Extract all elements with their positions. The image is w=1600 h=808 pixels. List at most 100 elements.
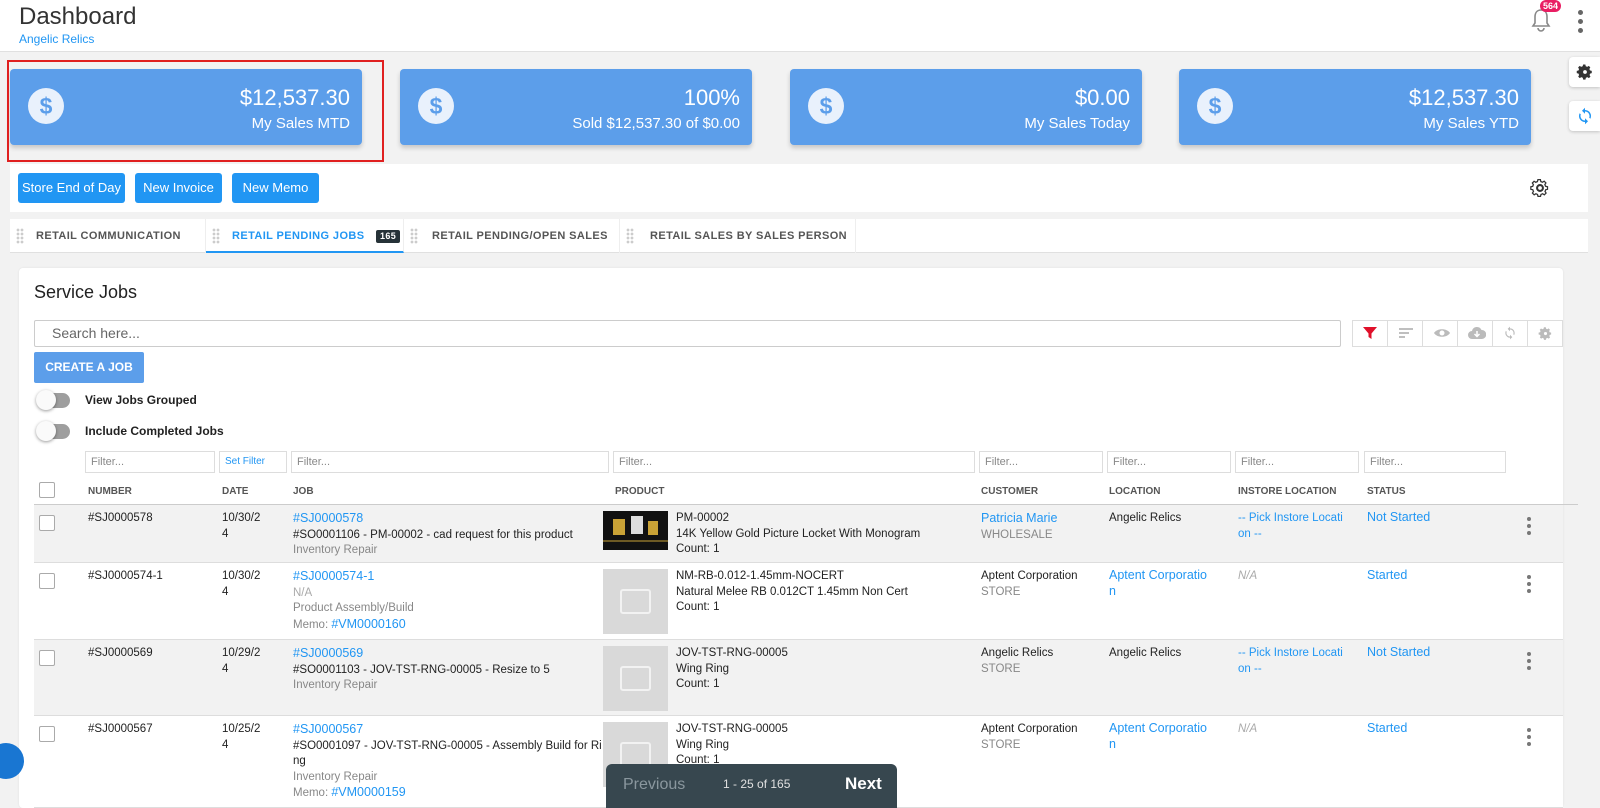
memo-link[interactable]: #VM0000159 (331, 785, 405, 799)
card-value: $12,537.30 (1408, 85, 1519, 110)
store-name-link[interactable]: Angelic Relics (19, 32, 94, 46)
store-end-of-day-button[interactable]: Store End of Day (18, 173, 125, 203)
row-actions-icon[interactable] (1527, 517, 1532, 538)
product-filter-input[interactable]: Filter... (613, 451, 975, 473)
tab-retail-pending-open-sales[interactable]: RETAIL PENDING/OPEN SALES (404, 219, 620, 253)
sort-icon[interactable] (1388, 321, 1423, 346)
instore-location-filter-input[interactable]: Filter... (1235, 451, 1359, 473)
cloud-download-icon[interactable] (1458, 321, 1493, 346)
job-link[interactable]: #SJ0000578 (293, 511, 363, 525)
card-value: 100% (683, 85, 740, 110)
job-link[interactable]: #SJ0000567 (293, 722, 363, 736)
job-cell: #SJ0000567 #SO0001097 - JOV-TST-RNG-0000… (293, 722, 602, 799)
table-row[interactable]: #SJ0000574-1 10/30/2 4 #SJ0000574-1 N/A P… (34, 563, 1563, 640)
refresh-side-button[interactable] (1569, 101, 1600, 131)
column-header-instore-location[interactable]: INSTORE LOCATION (1238, 486, 1337, 497)
sales-today-card[interactable]: $ $0.00 My Sales Today (790, 69, 1142, 145)
customer-cell: Angelic Relics STORE (981, 647, 1054, 675)
column-header-location[interactable]: LOCATION (1109, 486, 1160, 497)
toolbar-settings-icon[interactable] (1530, 178, 1550, 203)
row-actions-icon[interactable] (1527, 728, 1532, 749)
tab-retail-pending-jobs[interactable]: RETAIL PENDING JOBS 165 (206, 219, 404, 253)
status-badge[interactable]: Started (1367, 721, 1407, 737)
column-header-customer[interactable]: CUSTOMER (981, 486, 1038, 497)
job-link[interactable]: #SJ0000574-1 (293, 569, 374, 583)
status-filter-input[interactable]: Filter... (1364, 451, 1506, 473)
highlight-box (7, 60, 384, 162)
dollar-icon: $ (418, 88, 454, 124)
tab-retail-sales-by-sales-person[interactable]: RETAIL SALES BY SALES PERSON (620, 219, 856, 253)
job-filter-input[interactable]: Filter... (291, 451, 609, 473)
column-header-number[interactable]: NUMBER (88, 486, 132, 497)
previous-page-button[interactable]: Previous (623, 776, 685, 794)
tab-count-badge: 165 (376, 230, 401, 243)
sold-percentage-card[interactable]: $ 100% Sold $12,537.30 of $0.00 (400, 69, 752, 145)
product-info: JOV-TST-RNG-00005 Wing Ring Count: 1 (676, 723, 788, 766)
location-link[interactable]: Aptent Corporatio n (1109, 721, 1207, 752)
column-header-date[interactable]: DATE (222, 486, 248, 497)
page-range-info: 1 - 25 of 165 (723, 777, 791, 791)
product-info: JOV-TST-RNG-00005 Wing Ring Count: 1 (676, 647, 788, 690)
view-jobs-grouped-toggle[interactable] (36, 390, 70, 410)
product-placeholder-image[interactable] (603, 569, 668, 634)
row-checkbox[interactable] (39, 726, 55, 742)
drag-handle-icon[interactable] (212, 228, 220, 244)
card-label: My Sales Today (1024, 115, 1130, 132)
row-actions-icon[interactable] (1527, 575, 1532, 596)
location-filter-input[interactable]: Filter... (1107, 451, 1231, 473)
drag-handle-icon[interactable] (16, 228, 24, 244)
table-row[interactable]: #SJ0000578 10/30/2 4 #SJ0000578 #SO000110… (34, 505, 1563, 563)
card-label: My Sales YTD (1423, 115, 1519, 132)
row-checkbox[interactable] (39, 515, 55, 531)
instore-location: N/A (1238, 723, 1258, 735)
column-header-status[interactable]: STATUS (1367, 486, 1406, 497)
refresh-icon[interactable] (1493, 321, 1528, 346)
customer-link[interactable]: Patricia Marie (981, 511, 1057, 525)
customer-cell: Aptent Corporation STORE (981, 570, 1078, 598)
next-page-button[interactable]: Next (845, 774, 882, 794)
row-actions-icon[interactable] (1527, 652, 1532, 673)
job-date: 10/30/2 4 (222, 570, 261, 598)
product-info: NM-RB-0.012-1.45mm-NOCERT Natural Melee … (676, 570, 908, 613)
status-badge[interactable]: Not Started (1367, 510, 1430, 526)
column-header-job[interactable]: JOB (293, 486, 314, 497)
status-badge[interactable]: Not Started (1367, 645, 1430, 661)
location-link[interactable]: Aptent Corporatio n (1109, 568, 1207, 599)
product-placeholder-image[interactable] (603, 646, 668, 711)
drag-handle-icon[interactable] (410, 228, 418, 244)
job-number: #SJ0000569 (88, 647, 153, 659)
memo-link[interactable]: #VM0000160 (331, 617, 405, 631)
pick-instore-location-link[interactable]: -- Pick Instore Locati on -- (1238, 646, 1343, 677)
filter-icon[interactable] (1353, 321, 1388, 346)
pick-instore-location-link[interactable]: -- Pick Instore Locati on -- (1238, 511, 1343, 542)
search-input[interactable]: Search here... (34, 320, 1341, 347)
job-cell: #SJ0000569 #SO0001103 - JOV-TST-RNG-0000… (293, 646, 550, 691)
product-thumbnail[interactable] (603, 511, 668, 550)
job-date: 10/30/2 4 (222, 512, 261, 540)
more-options-icon[interactable] (1578, 10, 1584, 36)
tab-retail-communication[interactable]: RETAIL COMMUNICATION (10, 219, 206, 253)
row-checkbox[interactable] (39, 573, 55, 589)
new-invoice-button[interactable]: New Invoice (135, 173, 222, 203)
new-memo-button[interactable]: New Memo (232, 173, 319, 203)
eye-icon[interactable] (1423, 321, 1458, 346)
settings-gear-side-button[interactable] (1569, 57, 1600, 87)
column-header-product[interactable]: PRODUCT (615, 486, 664, 497)
date-set-filter-button[interactable]: Set Filter (219, 451, 287, 473)
status-badge[interactable]: Started (1367, 568, 1407, 584)
select-all-checkbox[interactable] (39, 482, 55, 498)
sales-ytd-card[interactable]: $ $12,537.30 My Sales YTD (1179, 69, 1531, 145)
create-job-button[interactable]: CREATE A JOB (34, 352, 144, 383)
drag-handle-icon[interactable] (626, 228, 634, 244)
customer-filter-input[interactable]: Filter... (979, 451, 1103, 473)
number-filter-input[interactable]: Filter... (85, 451, 215, 473)
toggle-label: View Jobs Grouped (85, 393, 197, 407)
include-completed-toggle[interactable] (36, 421, 70, 441)
dollar-icon: $ (808, 88, 844, 124)
table-row[interactable]: #SJ0000569 10/29/2 4 #SJ0000569 #SO000110… (34, 640, 1563, 716)
grid-settings-icon[interactable] (1528, 321, 1563, 346)
row-checkbox[interactable] (39, 650, 55, 666)
instore-location: N/A (1238, 570, 1258, 582)
job-link[interactable]: #SJ0000569 (293, 646, 363, 660)
job-number: #SJ0000567 (88, 723, 153, 735)
